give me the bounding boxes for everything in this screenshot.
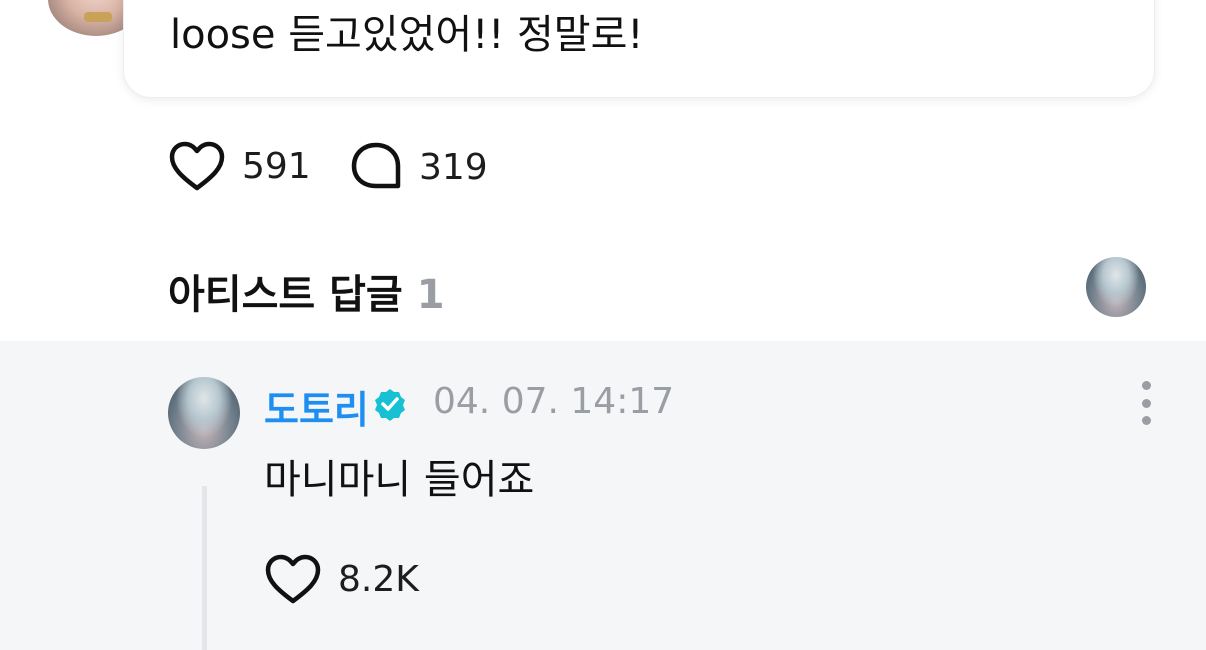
reply-author-avatar[interactable]: [168, 377, 240, 449]
post-like-count: 591: [242, 145, 311, 187]
post-like-button[interactable]: 591: [168, 140, 311, 192]
reply-timestamp: 04. 07. 14:17: [433, 381, 675, 422]
thread-line: [202, 486, 207, 650]
speech-bubble-icon: [349, 140, 403, 194]
artist-replies-count: 1: [416, 272, 445, 318]
post-card: loose 듣고있었어!! 정말로!: [123, 0, 1155, 98]
verified-badge-icon: [373, 387, 407, 426]
post-text: loose 듣고있었어!! 정말로!: [170, 12, 644, 58]
reply-like-count: 8.2K: [338, 558, 419, 600]
avatar-necklace-detail: [84, 12, 112, 22]
reply-like-button[interactable]: 8.2K: [264, 553, 419, 605]
reply-author-name[interactable]: 도토리: [264, 379, 369, 434]
reply-text: 마니마니 들어죠: [264, 457, 535, 503]
artist-avatar-small[interactable]: [1086, 257, 1146, 317]
artist-replies-title: 아티스트 답글: [168, 272, 403, 318]
artist-reply-panel: 도토리 04. 07. 14:17 마니마니 들어죠 8.2K: [0, 341, 1206, 650]
artist-replies-header: 아티스트 답글 1: [168, 262, 445, 320]
post-comment-button[interactable]: 319: [349, 140, 488, 194]
heart-icon: [264, 553, 322, 605]
heart-icon: [168, 140, 226, 192]
post-comment-count: 319: [419, 146, 488, 188]
more-vertical-icon[interactable]: [1132, 381, 1160, 425]
